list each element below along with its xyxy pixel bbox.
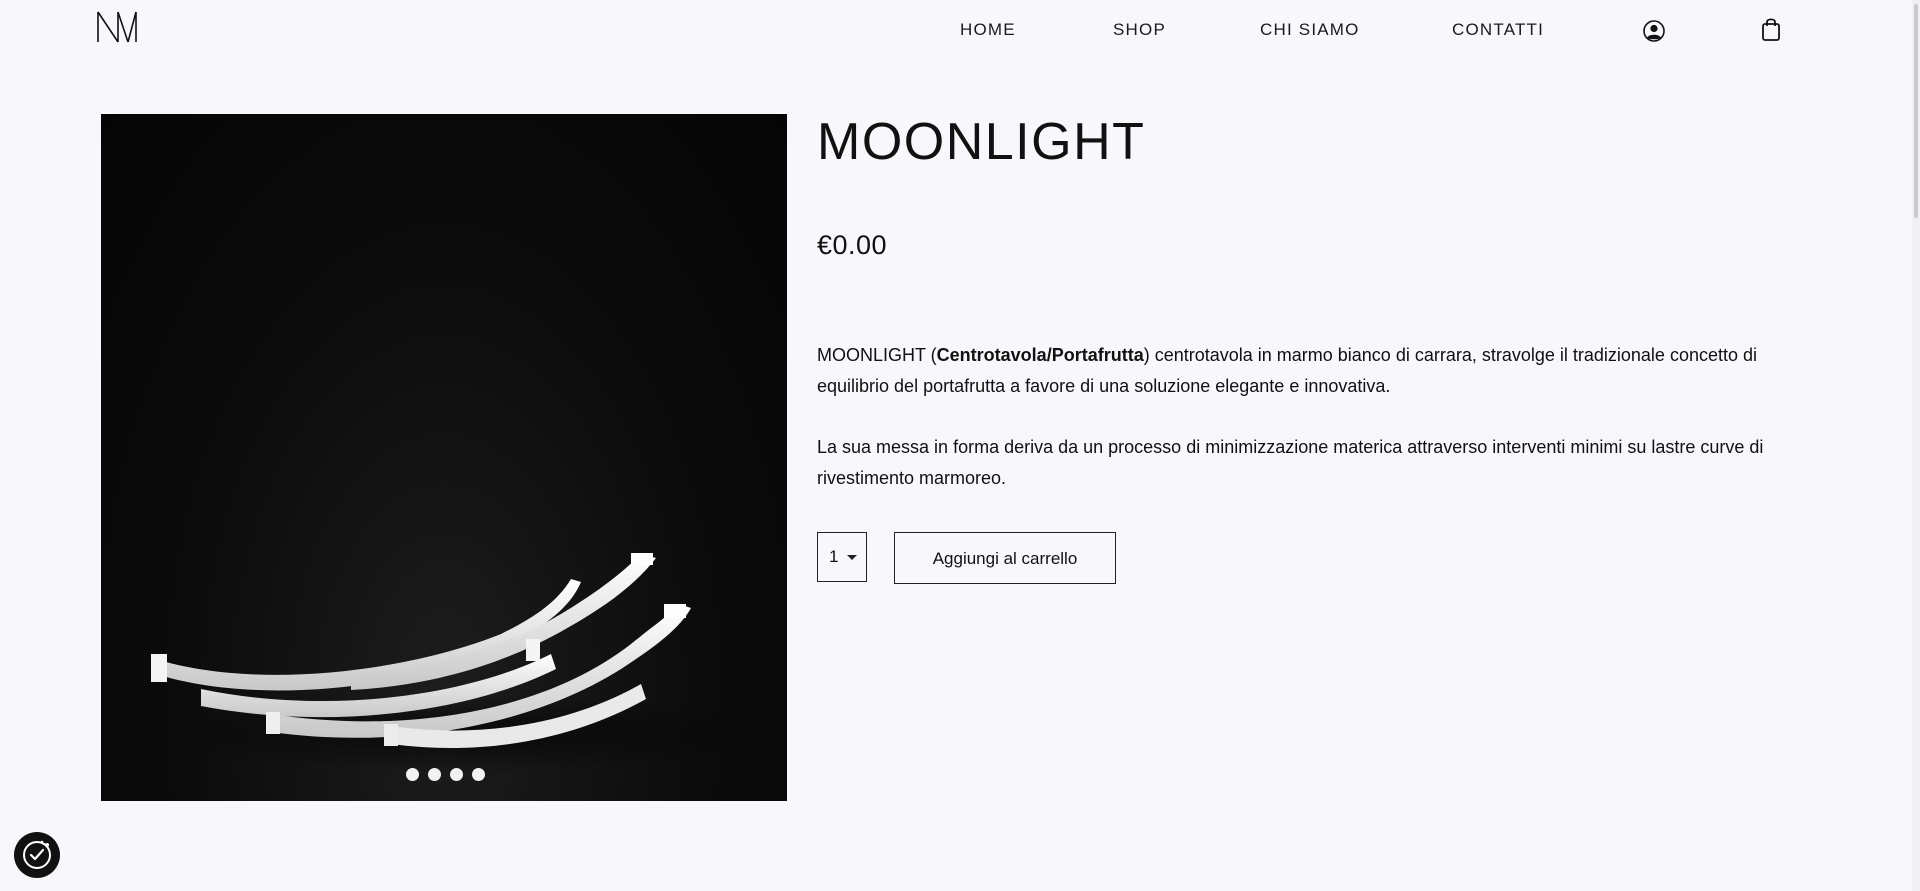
shopping-bag-icon[interactable]: [1760, 16, 1782, 42]
product-photo: [151, 553, 761, 774]
add-to-cart-button[interactable]: Aggiungi al carrello: [894, 532, 1116, 584]
product-price: €0.00: [817, 230, 888, 260]
product-image-carousel[interactable]: [101, 114, 787, 801]
product-page: HOME SHOP CHI SIAMO CONTATTI MOONLIGHT €…: [0, 0, 1920, 891]
product-title: MOONLIGHT: [817, 113, 1146, 171]
chevron-down-icon: [847, 555, 857, 560]
carousel-dot[interactable]: [472, 768, 485, 781]
carousel-dot[interactable]: [406, 768, 419, 781]
carousel-dot[interactable]: [450, 768, 463, 781]
carousel-dot[interactable]: [428, 768, 441, 781]
cookie-consent-icon[interactable]: [14, 832, 60, 878]
scrollbar-thumb[interactable]: [1914, 4, 1918, 218]
user-account-icon[interactable]: [1642, 19, 1666, 43]
description-paragraph-1: MOONLIGHT (Centrotavola/Portafrutta) cen…: [817, 340, 1767, 402]
description-prefix: MOONLIGHT (: [817, 345, 937, 365]
nav-chi-siamo[interactable]: CHI SIAMO: [1260, 20, 1360, 40]
logo-mark: [97, 11, 137, 43]
quantity-value: 1: [829, 547, 839, 566]
description-paragraph-2: La sua messa in forma deriva da un proce…: [817, 437, 1764, 488]
nav-contatti[interactable]: CONTATTI: [1452, 20, 1544, 40]
quantity-select[interactable]: 1: [817, 532, 867, 582]
product-description: MOONLIGHT (Centrotavola/Portafrutta) cen…: [817, 340, 1767, 524]
brand-logo[interactable]: [96, 10, 138, 44]
page-scrollbar[interactable]: [1912, 0, 1920, 891]
description-bold: Centrotavola/Portafrutta: [936, 345, 1144, 365]
carousel-dots: [406, 768, 485, 781]
nav-home[interactable]: HOME: [960, 20, 1016, 40]
nav-shop[interactable]: SHOP: [1113, 20, 1166, 40]
